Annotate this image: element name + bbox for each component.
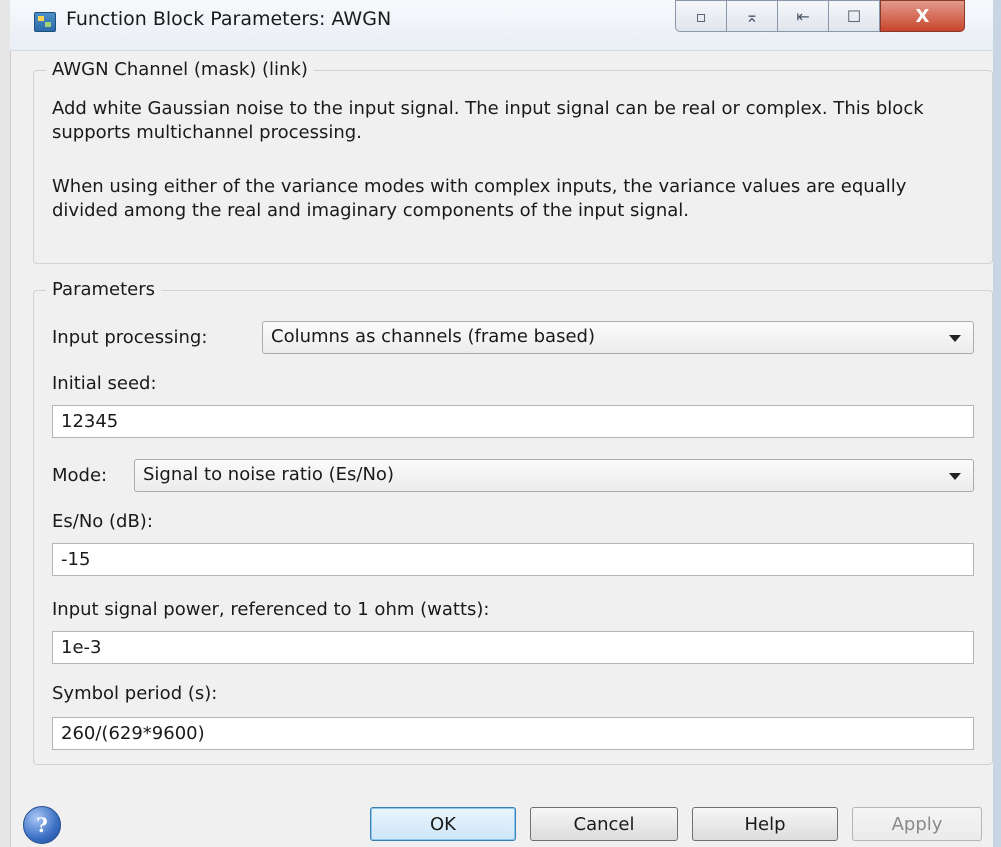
description-paragraph-2: When using either of the variance modes … (52, 176, 907, 221)
parameters-group: Parameters Input processing: Columns as … (33, 279, 993, 765)
chevron-down-icon (949, 473, 961, 480)
mode-select[interactable]: Signal to noise ratio (Es/No) (134, 459, 974, 492)
mode-label: Mode: (52, 465, 108, 486)
help-button[interactable]: Help (692, 807, 838, 841)
dock-icon: ⇤ (796, 6, 810, 26)
input-processing-select[interactable]: Columns as channels (frame based) (262, 321, 974, 354)
minimize-button[interactable]: ▫ (675, 0, 727, 32)
input-processing-label: Input processing: (52, 327, 208, 348)
maximize-button[interactable]: ☐ (828, 0, 880, 32)
left-window-edge (0, 0, 11, 847)
input-processing-value: Columns as channels (frame based) (271, 326, 595, 347)
dialog-window: Function Block Parameters: AWGN ▫ ⌅ ⇤ ☐ … (0, 0, 1001, 847)
restore-icon-button[interactable]: ⌅ (726, 0, 778, 32)
title-bar[interactable]: Function Block Parameters: AWGN ▫ ⌅ ⇤ ☐ … (10, 0, 993, 51)
symbol-period-label: Symbol period (s): (52, 683, 218, 704)
apply-button[interactable]: Apply (852, 807, 982, 841)
right-window-edge (993, 0, 1001, 847)
initial-seed-input[interactable]: 12345 (52, 405, 974, 438)
description-group: AWGN Channel (mask) (link) Add white Gau… (33, 59, 993, 264)
input-signal-power-label: Input signal power, referenced to 1 ohm … (52, 599, 490, 620)
symbol-period-input[interactable]: 260/(629*9600) (52, 717, 974, 750)
description-paragraph-1: Add white Gaussian noise to the input si… (52, 98, 924, 143)
maximize-icon: ☐ (846, 6, 862, 26)
close-button[interactable]: X (880, 0, 965, 32)
cancel-button[interactable]: Cancel (530, 807, 678, 841)
chevron-down-icon (949, 335, 961, 342)
ok-button[interactable]: OK (370, 807, 516, 841)
initial-seed-label: Initial seed: (52, 373, 157, 394)
description-group-title: AWGN Channel (mask) (link) (46, 59, 314, 80)
mode-value: Signal to noise ratio (Es/No) (143, 464, 394, 485)
collapse-icon: ⌅ (745, 6, 759, 26)
parameters-group-title: Parameters (46, 279, 162, 300)
help-circle-icon[interactable]: ? (23, 806, 61, 844)
input-signal-power-input[interactable]: 1e-3 (52, 631, 974, 664)
dock-button[interactable]: ⇤ (777, 0, 829, 32)
esno-input[interactable]: -15 (52, 543, 974, 576)
simulink-block-icon (34, 12, 56, 32)
esno-label: Es/No (dB): (52, 511, 153, 532)
window-title: Function Block Parameters: AWGN (66, 8, 392, 30)
